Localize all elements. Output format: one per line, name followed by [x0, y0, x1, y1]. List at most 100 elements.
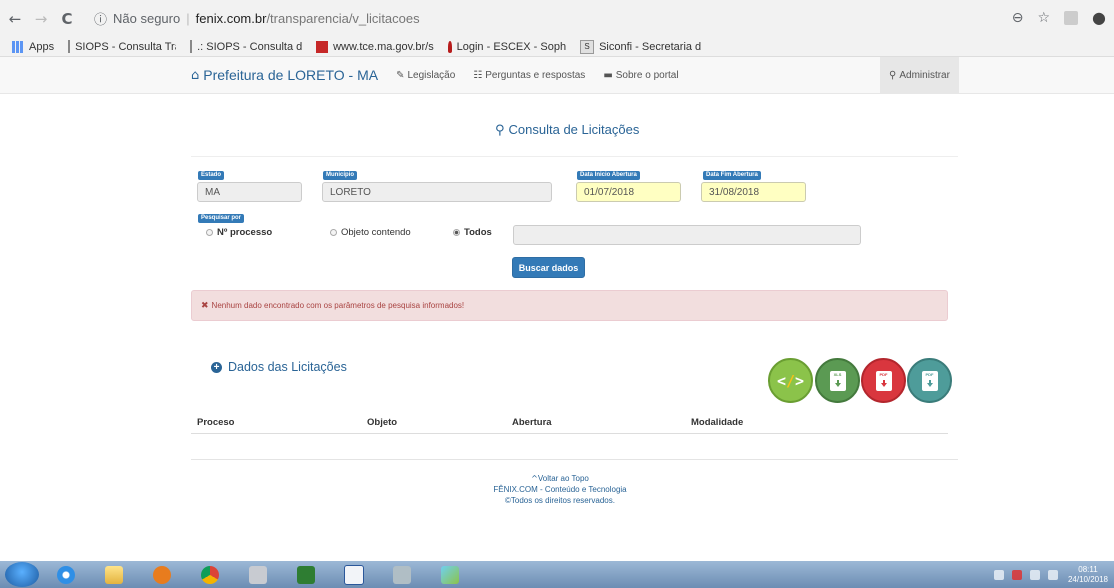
taskbar-tools[interactable]	[237, 563, 279, 587]
profile-icon[interactable]: ●	[1092, 8, 1106, 27]
taskbar-ie[interactable]	[45, 563, 87, 587]
divider	[191, 156, 958, 157]
taskbar-word[interactable]	[333, 563, 375, 587]
xls-file-icon: XLS	[829, 370, 846, 391]
browser-toolbar: ← → C ⓘ Não seguro | fenix.com.br/transp…	[0, 0, 1114, 37]
pdf-file-icon: PDF	[875, 370, 892, 391]
radio-todos[interactable]: Todos	[453, 227, 492, 238]
municipio-field[interactable]: LORETO	[322, 182, 552, 202]
data-inicio-label: Data Inicio Abertura	[577, 171, 640, 180]
url-host: fenix.com.br	[195, 10, 267, 26]
network-warning-icon[interactable]	[1011, 569, 1022, 580]
dados-section-toggle[interactable]: + Dados das Licitações	[211, 360, 347, 374]
taskbar-calculator[interactable]	[381, 563, 423, 587]
clock-time: 08:11	[1078, 564, 1098, 574]
export-pdf-button[interactable]: PDF	[861, 358, 906, 403]
volume-icon[interactable]	[1047, 569, 1058, 580]
bookmark-escex[interactable]: Login - ESCEX - Soph	[448, 40, 567, 53]
brand-link[interactable]: ⌂ Prefeitura de LORETO - MA	[191, 67, 378, 83]
media-player-icon	[153, 565, 171, 584]
estado-field[interactable]: MA	[197, 182, 302, 202]
data-fim-field[interactable]: 31/08/2018	[701, 182, 806, 202]
app-icon	[441, 565, 459, 584]
table-header-abertura[interactable]: Abertura	[512, 417, 552, 428]
start-button[interactable]	[5, 562, 39, 587]
page-title: ⚲ Consulta de Licitações	[495, 122, 639, 138]
escex-icon	[448, 40, 452, 53]
site-navbar: ⌂ Prefeitura de LORETO - MA ✎ Legislação …	[0, 57, 1114, 94]
tce-icon	[316, 40, 329, 53]
bookmark-label: SIOPS - Consulta Tra	[75, 40, 177, 53]
chrome-icon	[201, 565, 219, 584]
radio-button[interactable]	[206, 229, 213, 236]
bookmark-siops-2[interactable]: .: SIOPS - Consulta d	[190, 40, 302, 53]
nav-perguntas[interactable]: ☷ Perguntas e respostas	[473, 70, 585, 81]
taskbar-explorer[interactable]	[93, 563, 135, 587]
monitor-icon: ▬	[603, 69, 613, 81]
table-header-processo[interactable]: Proceso	[197, 417, 235, 428]
footer-rights: ©Todos os direitos reservados.	[505, 496, 615, 505]
taskbar-clock[interactable]: 08:11 24/10/2018	[1068, 565, 1108, 585]
url-path: /transparencia/v_licitacoes	[266, 10, 420, 26]
zoom-icon[interactable]: ⊖	[1012, 10, 1024, 26]
bookmark-apps[interactable]: Apps	[12, 40, 55, 53]
chevron-up-icon: ^	[531, 474, 538, 483]
admin-link[interactable]: ⚲ Administrar	[880, 57, 959, 93]
info-icon[interactable]: ⓘ	[94, 9, 107, 28]
security-status: Não seguro	[113, 10, 181, 26]
pesquisar-label: Pesquisar por	[198, 214, 245, 223]
home-icon: ⌂	[191, 67, 200, 83]
table-header-modalidade[interactable]: Modalidade	[691, 417, 743, 428]
radio-button-selected[interactable]	[453, 229, 460, 236]
system-tray: 08:11 24/10/2018	[986, 561, 1108, 588]
table-header-objeto[interactable]: Objeto	[367, 417, 397, 428]
url-separator: |	[186, 10, 190, 26]
forward-arrow-icon[interactable]: →	[30, 10, 52, 28]
radio-button[interactable]	[330, 229, 337, 236]
network-icon[interactable]	[1029, 569, 1040, 580]
radio-processo-label: Nº processo	[217, 227, 273, 238]
radio-objeto[interactable]: Objeto contendo	[330, 227, 411, 238]
data-inicio-field[interactable]: 01/07/2018	[576, 182, 681, 202]
document-icon	[344, 564, 364, 585]
bookmark-siconfi[interactable]: S Siconfi - Secretaria d	[580, 39, 708, 54]
export-code-button[interactable]: </>	[768, 358, 813, 403]
buscar-dados-button[interactable]: Buscar dados	[512, 257, 585, 278]
bookmark-star-icon[interactable]: ☆	[1037, 10, 1050, 26]
apps-icon	[12, 40, 24, 53]
page-icon	[68, 40, 71, 53]
dados-title: Dados das Licitações	[228, 360, 347, 374]
nav-sobre-label: Sobre o portal	[615, 69, 679, 81]
windows-taskbar: 08:11 24/10/2018	[0, 561, 1114, 588]
back-to-top-link[interactable]: ^Voltar ao Topo	[455, 473, 665, 484]
search-input[interactable]	[513, 225, 861, 245]
show-hidden-icons-icon[interactable]	[993, 569, 1004, 580]
back-arrow-icon[interactable]: ←	[4, 10, 26, 28]
page-icon	[190, 40, 193, 53]
bookmark-label: Login - ESCEX - Soph	[456, 40, 567, 53]
reload-icon[interactable]: C	[56, 10, 78, 28]
taskbar-chrome[interactable]	[189, 563, 231, 587]
graduation-cap-icon: ✎	[396, 69, 405, 81]
taskbar-media[interactable]	[141, 563, 183, 587]
radio-processo[interactable]: Nº processo	[206, 227, 272, 238]
address-bar[interactable]: ⓘ Não seguro | fenix.com.br/transparenci…	[94, 6, 984, 30]
export-pdf-alt-button[interactable]: PDF	[907, 358, 952, 403]
nav-sobre[interactable]: ▬ Sobre o portal	[603, 70, 678, 81]
extension-icon[interactable]	[1064, 10, 1079, 25]
no-data-alert: ✖ Nenhum dado encontrado com os parâmetr…	[191, 290, 948, 321]
back-to-top-label: Voltar ao Topo	[537, 474, 589, 483]
footer-divider	[191, 459, 958, 460]
bookmark-label: Apps	[29, 40, 55, 53]
brand-title: Prefeitura de LORETO - MA	[203, 67, 379, 83]
clock-date: 24/10/2018	[1067, 574, 1108, 584]
export-xls-button[interactable]: XLS	[815, 358, 860, 403]
plus-circle-icon: +	[211, 361, 222, 373]
bookmark-siops-1[interactable]: SIOPS - Consulta Tra	[68, 40, 176, 53]
taskbar-app[interactable]	[429, 563, 471, 587]
taskbar-excel[interactable]	[285, 563, 327, 587]
nav-legislacao[interactable]: ✎ Legislação	[396, 70, 455, 81]
spreadsheet-icon	[297, 565, 315, 584]
code-icon: </>	[776, 371, 805, 390]
bookmark-tce[interactable]: www.tce.ma.gov.br/s	[316, 40, 434, 53]
